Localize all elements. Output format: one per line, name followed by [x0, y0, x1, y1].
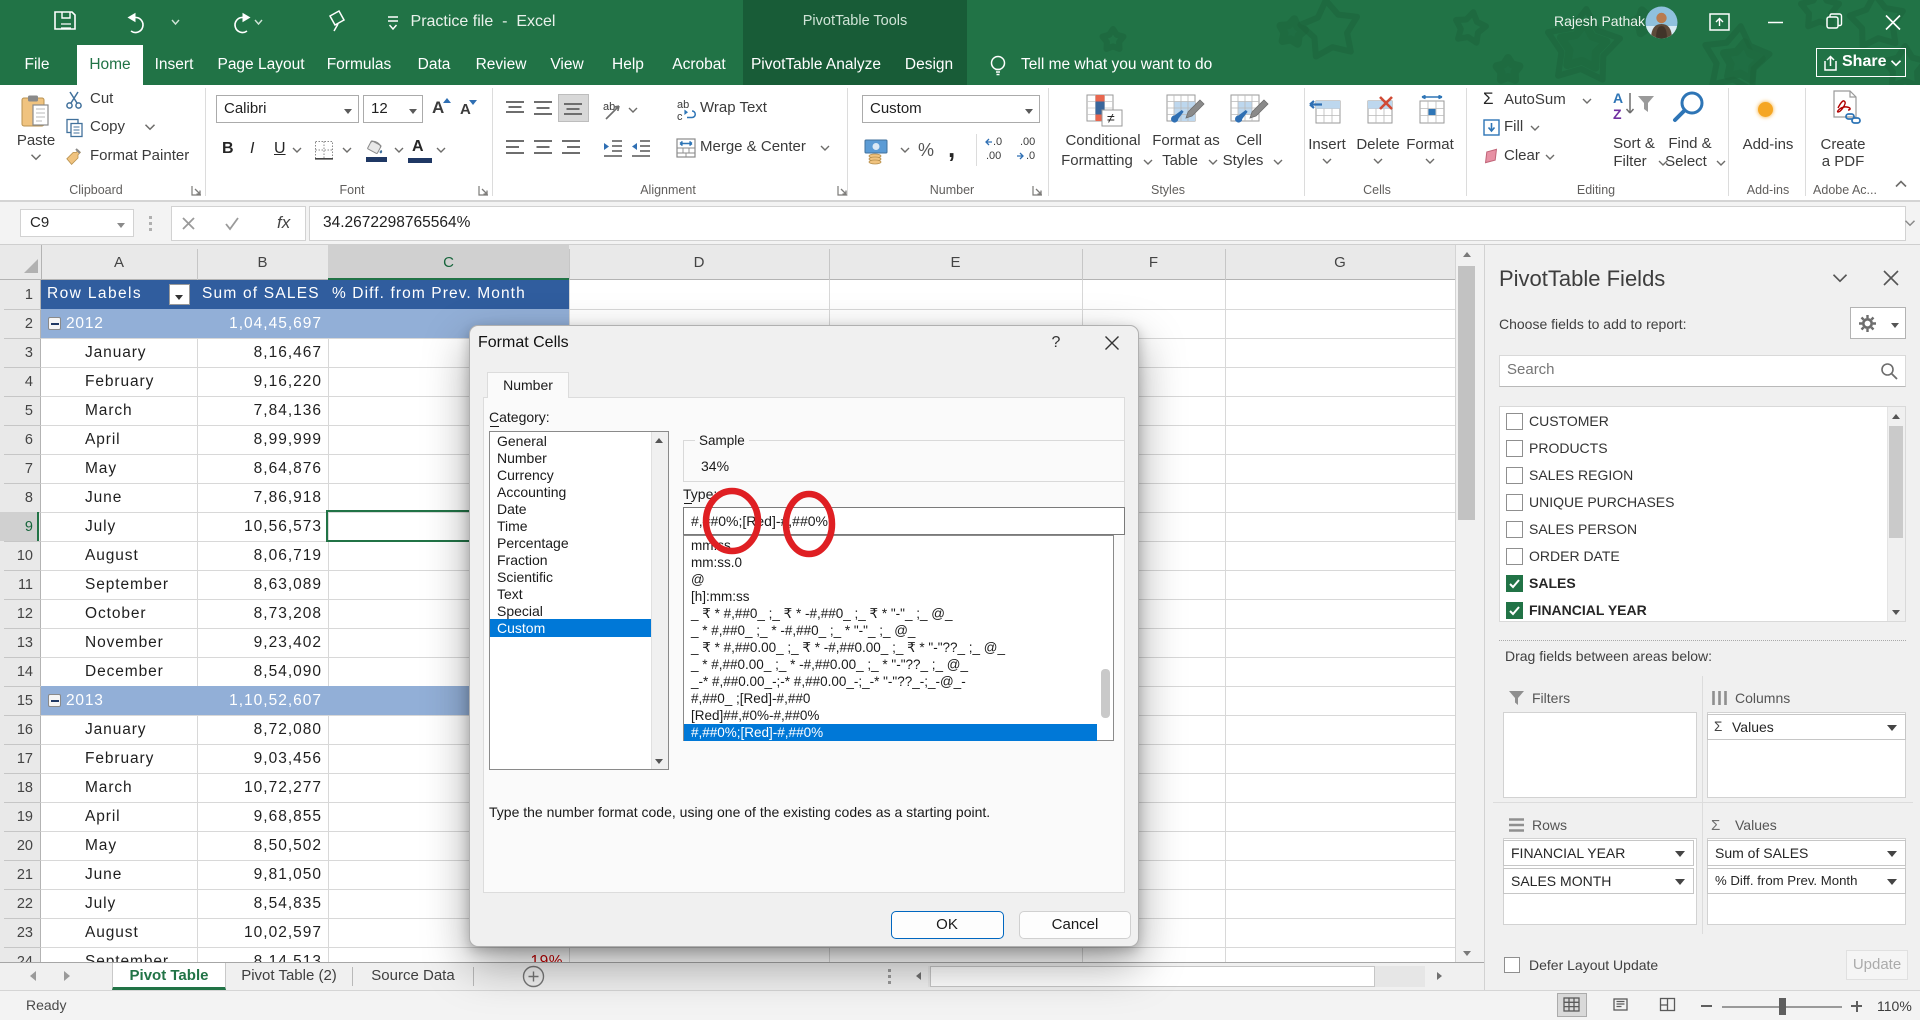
svg-text:ab: ab	[677, 99, 689, 111]
svg-text:A: A	[1613, 90, 1623, 106]
svg-text:Z: Z	[1613, 106, 1622, 122]
svg-text:c: c	[677, 111, 683, 122]
svg-text:≠: ≠	[1107, 110, 1115, 126]
